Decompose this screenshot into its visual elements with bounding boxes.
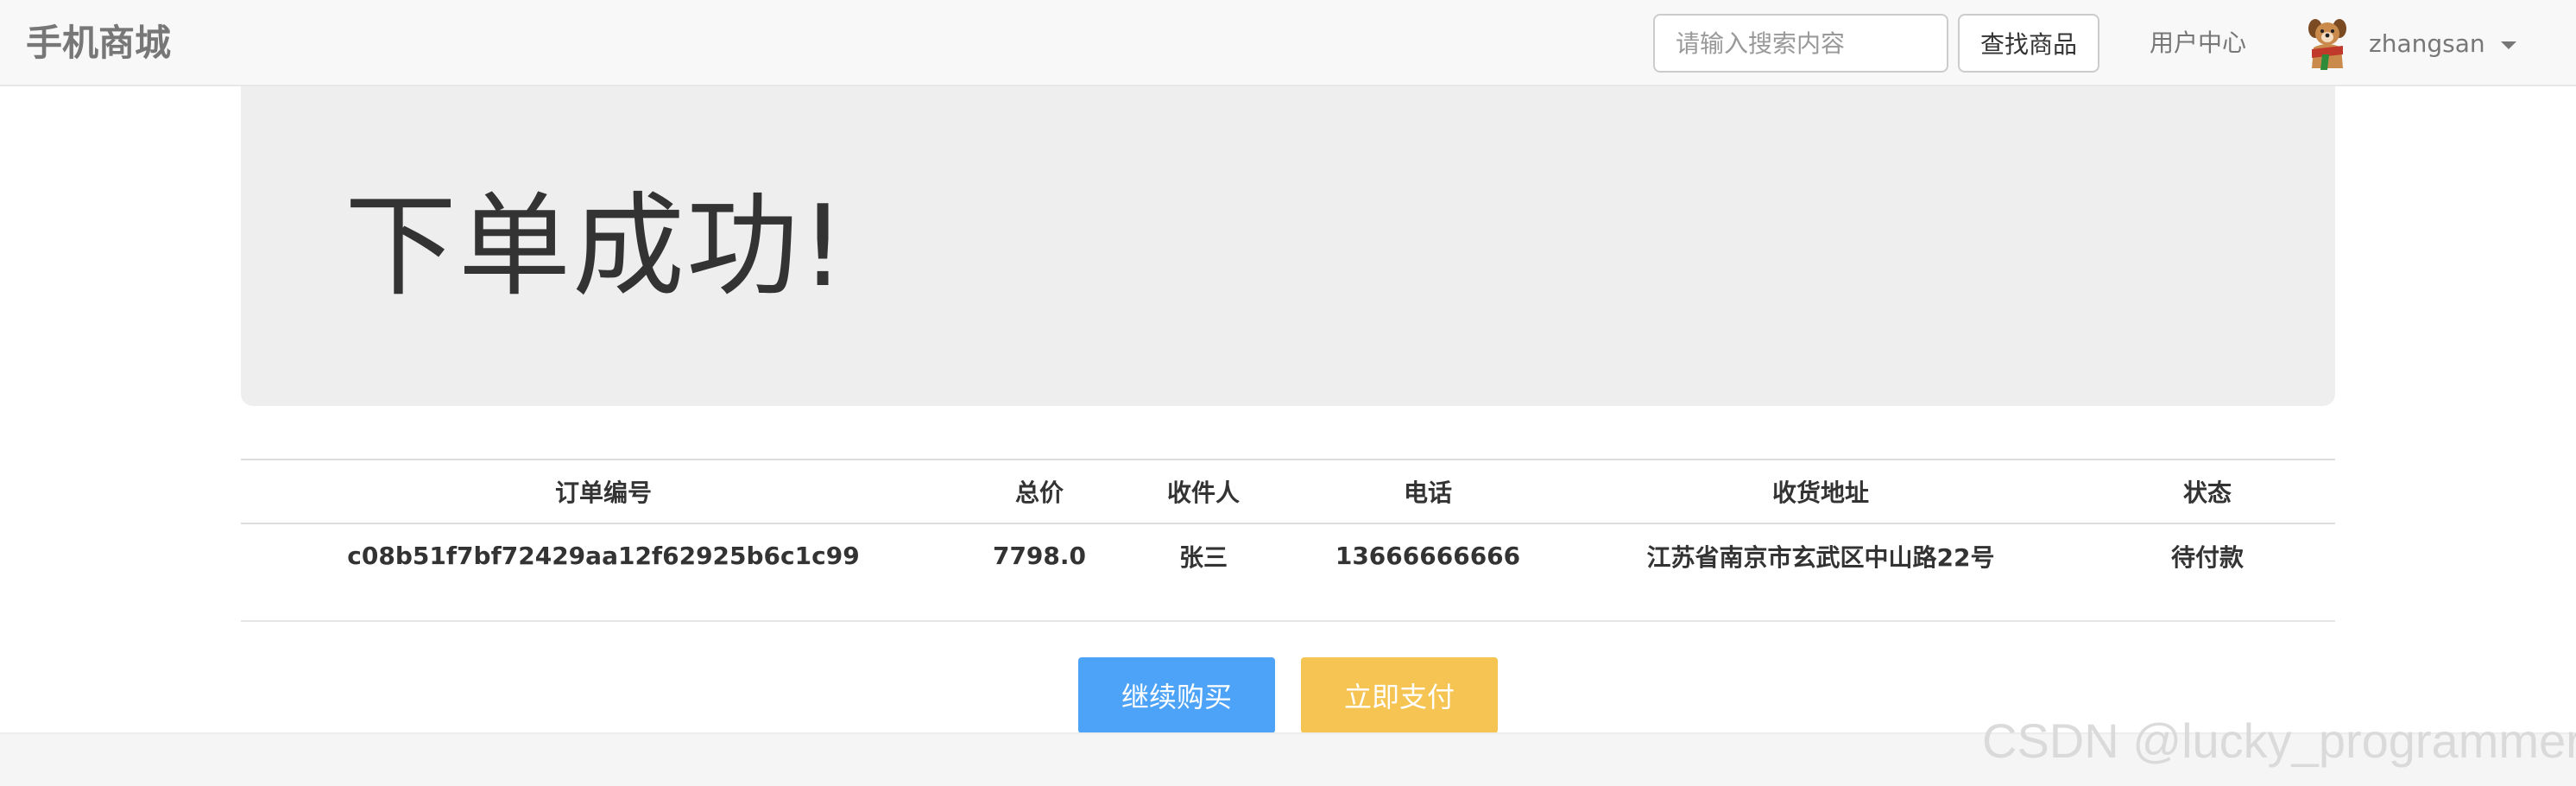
cell-status: 待付款 bbox=[2170, 542, 2244, 572]
header-order-no: 订单编号 bbox=[241, 459, 966, 524]
csdn-watermark: CSDN @lucky_programmer bbox=[1982, 713, 2576, 768]
top-navbar: 手机商城 查找商品 用户中心 zhangsan bbox=[0, 0, 2576, 86]
success-banner: 下单成功! bbox=[241, 86, 2335, 406]
search-button[interactable]: 查找商品 bbox=[1958, 14, 2099, 73]
cell-order-no: c08b51f7bf72429aa12f62925b6c1c99 bbox=[347, 542, 860, 570]
username-label: zhangsan bbox=[2369, 29, 2485, 58]
page-title: 下单成功! bbox=[344, 181, 848, 312]
continue-shopping-button[interactable]: 继续购买 bbox=[1078, 657, 1275, 733]
pay-now-button[interactable]: 立即支付 bbox=[1301, 657, 1498, 733]
order-table: 订单编号 总价 收件人 电话 收货地址 状态 c08b51f7bf72429aa… bbox=[241, 459, 2335, 587]
user-center-link[interactable]: 用户中心 bbox=[2150, 24, 2246, 62]
header-status: 状态 bbox=[2080, 459, 2335, 524]
search-input[interactable] bbox=[1653, 14, 1948, 73]
brand-logo[interactable]: 手机商城 bbox=[26, 19, 171, 67]
header-phone: 电话 bbox=[1294, 459, 1562, 524]
caret-down-icon bbox=[2500, 41, 2516, 49]
user-dropdown[interactable]: zhangsan bbox=[2303, 12, 2516, 74]
cell-total: 7798.0 bbox=[992, 542, 1087, 570]
table-divider bbox=[241, 620, 2335, 622]
cell-phone: 13666666666 bbox=[1335, 542, 1521, 570]
table-row: c08b51f7bf72429aa12f62925b6c1c99 7798.0 … bbox=[241, 523, 2335, 587]
header-total: 总价 bbox=[966, 459, 1113, 524]
dog-avatar-icon bbox=[2308, 19, 2346, 70]
cell-recipient: 张三 bbox=[1178, 542, 1228, 572]
table-header-row: 订单编号 总价 收件人 电话 收货地址 状态 bbox=[241, 459, 2335, 524]
cell-address: 江苏省南京市玄武区中山路22号 bbox=[1646, 542, 1995, 572]
header-address: 收货地址 bbox=[1562, 459, 2080, 524]
header-recipient: 收件人 bbox=[1113, 459, 1294, 524]
